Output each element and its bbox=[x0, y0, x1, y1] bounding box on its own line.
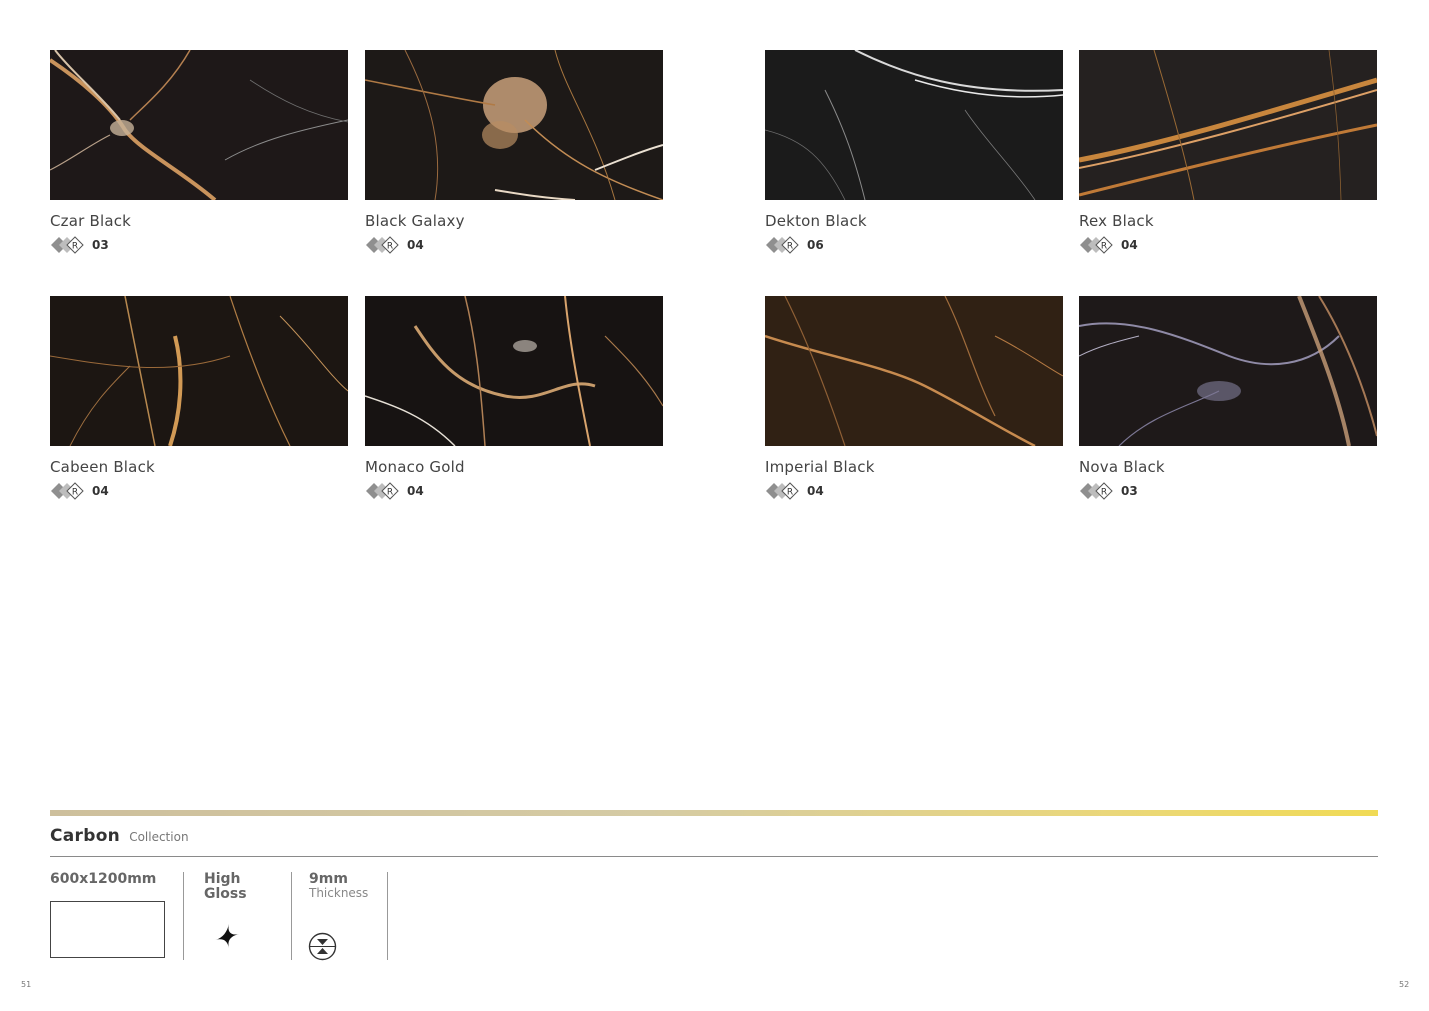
slip-rating: R 06 bbox=[765, 236, 824, 254]
collection-title: Carbon Collection bbox=[50, 826, 189, 846]
svg-text:R: R bbox=[387, 488, 393, 498]
tile-cabeen-black[interactable]: Cabeen Black R 04 bbox=[50, 296, 348, 500]
spec-finish: High Gloss bbox=[204, 872, 247, 902]
tile-name: Dekton Black bbox=[765, 212, 867, 230]
slip-rating-icon: R bbox=[51, 482, 84, 500]
page-number-right: 52 bbox=[1399, 980, 1410, 989]
slip-rating-value: 03 bbox=[92, 238, 109, 252]
slip-rating-icon: R bbox=[766, 482, 799, 500]
dekton-black-marble-image bbox=[765, 50, 1063, 200]
slip-rating-icon: R bbox=[766, 236, 799, 254]
slip-rating-value: 06 bbox=[807, 238, 824, 252]
tile-size-outline bbox=[50, 901, 165, 958]
thickness-icon bbox=[308, 932, 337, 961]
slip-rating: R 03 bbox=[1079, 482, 1138, 500]
tile-nova-black[interactable]: Nova Black R 03 bbox=[1079, 296, 1377, 500]
spec-divider bbox=[291, 872, 292, 960]
rex-black-marble-image bbox=[1079, 50, 1377, 200]
tile-name: Monaco Gold bbox=[365, 458, 465, 476]
slip-rating-value: 03 bbox=[1121, 484, 1138, 498]
tile-rex-black[interactable]: Rex Black R 04 bbox=[1079, 50, 1377, 254]
black-galaxy-marble-image bbox=[365, 50, 663, 200]
slip-rating-value: 04 bbox=[807, 484, 824, 498]
svg-text:R: R bbox=[787, 488, 793, 498]
slip-rating: R 04 bbox=[365, 482, 424, 500]
spec-divider bbox=[387, 872, 388, 960]
tile-dekton-black[interactable]: Dekton Black R 06 bbox=[765, 50, 1063, 254]
imperial-black-marble-image bbox=[765, 296, 1063, 446]
svg-text:R: R bbox=[1101, 242, 1107, 252]
spec-size: 600x1200mm bbox=[50, 872, 156, 887]
monaco-gold-marble-image bbox=[365, 296, 663, 446]
size-value: 600x1200mm bbox=[50, 871, 157, 887]
tile-name: Rex Black bbox=[1079, 212, 1154, 230]
svg-text:R: R bbox=[72, 242, 78, 252]
slip-rating-icon: R bbox=[51, 236, 84, 254]
tile-name: Cabeen Black bbox=[50, 458, 155, 476]
slip-rating: R 04 bbox=[765, 482, 824, 500]
slip-rating-value: 04 bbox=[1121, 238, 1138, 252]
collection-name: Carbon bbox=[50, 826, 121, 846]
thickness-value: 9mm bbox=[309, 871, 348, 887]
tile-name: Imperial Black bbox=[765, 458, 875, 476]
svg-text:R: R bbox=[387, 242, 393, 252]
slip-rating: R 03 bbox=[50, 236, 109, 254]
slip-rating: R 04 bbox=[365, 236, 424, 254]
svg-text:R: R bbox=[787, 242, 793, 252]
spec-thickness: 9mm Thickness bbox=[309, 872, 368, 900]
slip-rating-value: 04 bbox=[407, 484, 424, 498]
tile-black-galaxy[interactable]: Black Galaxy R 04 bbox=[365, 50, 663, 254]
thickness-label: Thickness bbox=[309, 886, 369, 900]
czar-black-marble-image bbox=[50, 50, 348, 200]
svg-text:R: R bbox=[72, 488, 78, 498]
tile-name: Czar Black bbox=[50, 212, 132, 230]
collection-subtitle: Collection bbox=[129, 830, 189, 844]
collection-rule bbox=[50, 856, 1378, 857]
slip-rating-icon: R bbox=[1080, 482, 1113, 500]
svg-text:R: R bbox=[1101, 488, 1107, 498]
slip-rating-icon: R bbox=[366, 482, 399, 500]
spec-divider bbox=[183, 872, 184, 960]
finish-line2: Gloss bbox=[204, 886, 247, 902]
slip-rating: R 04 bbox=[1079, 236, 1138, 254]
slip-rating-icon: R bbox=[366, 236, 399, 254]
cabeen-black-marble-image bbox=[50, 296, 348, 446]
tile-name: Black Galaxy bbox=[365, 212, 465, 230]
page-number-left: 51 bbox=[21, 980, 32, 989]
slip-rating-value: 04 bbox=[407, 238, 424, 252]
slip-rating: R 04 bbox=[50, 482, 109, 500]
tile-imperial-black[interactable]: Imperial Black R 04 bbox=[765, 296, 1063, 500]
gold-divider bbox=[50, 810, 1378, 816]
nova-black-marble-image bbox=[1079, 296, 1377, 446]
high-gloss-icon bbox=[205, 920, 243, 958]
finish-line1: High bbox=[204, 871, 241, 887]
slip-rating-value: 04 bbox=[92, 484, 109, 498]
slip-rating-icon: R bbox=[1080, 236, 1113, 254]
tile-czar-black[interactable]: Czar Black R 03 bbox=[50, 50, 348, 254]
tile-monaco-gold[interactable]: Monaco Gold R 04 bbox=[365, 296, 663, 500]
tile-name: Nova Black bbox=[1079, 458, 1165, 476]
